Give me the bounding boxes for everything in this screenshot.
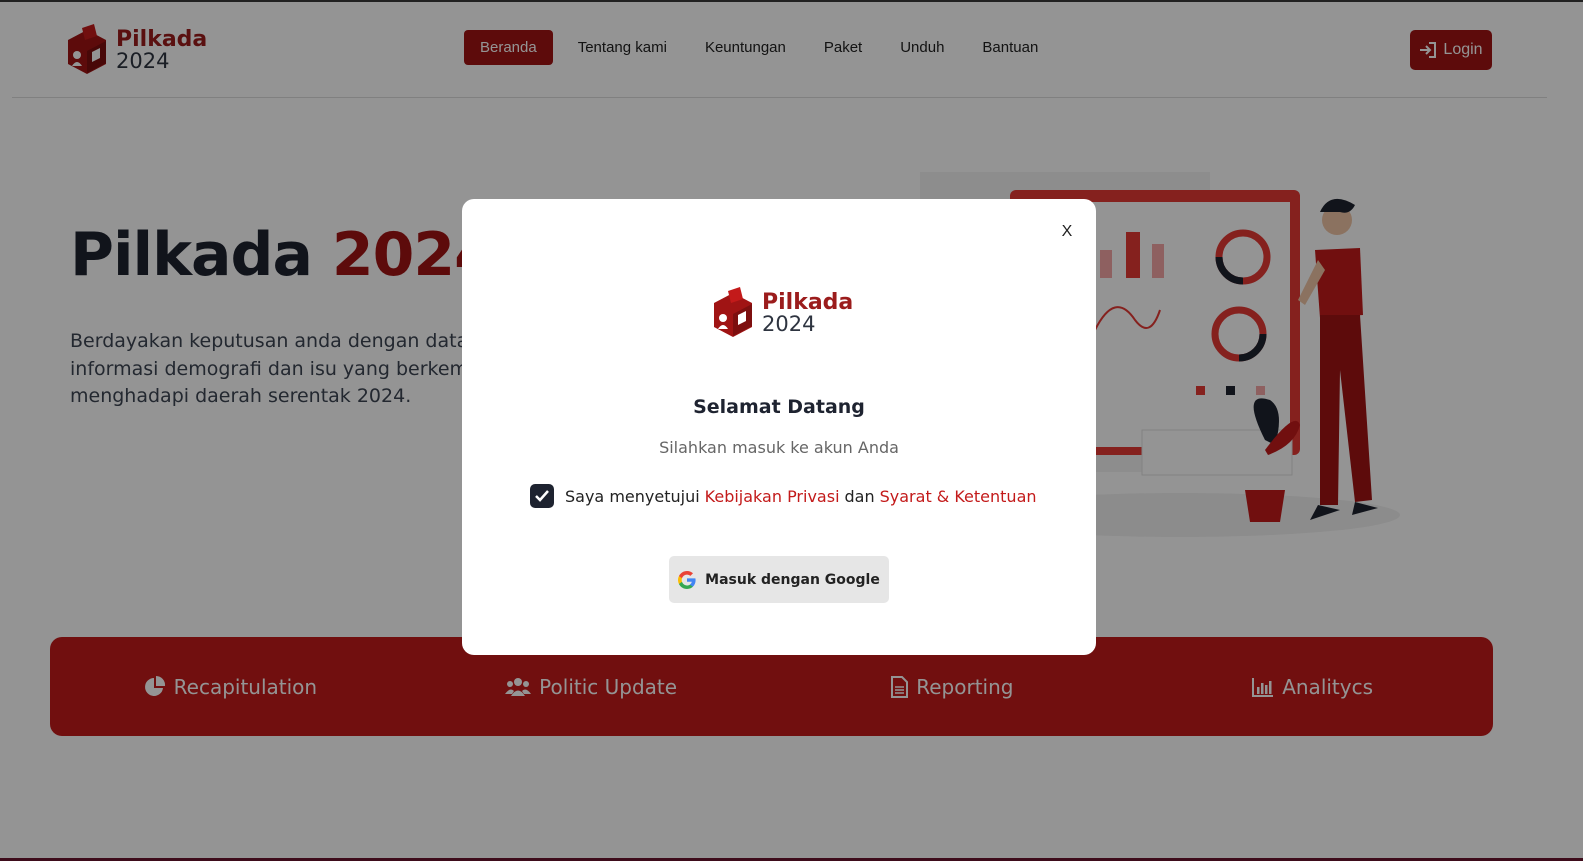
google-button-label: Masuk dengan Google bbox=[705, 571, 880, 588]
agree-prefix: Saya menyetujui bbox=[565, 486, 700, 506]
logo-name: Pilkada bbox=[762, 289, 854, 315]
agree-checkbox[interactable] bbox=[530, 484, 554, 508]
modal-logo: Pilkada 2024 bbox=[710, 287, 853, 339]
modal-title: Selamat Datang bbox=[693, 396, 865, 418]
logo-text: Pilkada 2024 bbox=[762, 289, 854, 336]
modal-subtitle: Silahkan masuk ke akun Anda bbox=[659, 438, 899, 457]
close-button[interactable]: X bbox=[1058, 223, 1076, 241]
ballot-box-icon bbox=[714, 287, 752, 337]
check-icon bbox=[535, 490, 549, 502]
privacy-policy-link[interactable]: Kebijakan Privasi bbox=[705, 487, 840, 506]
google-signin-button[interactable]: Masuk dengan Google bbox=[669, 556, 889, 603]
agree-conjunction: dan bbox=[844, 486, 875, 506]
login-modal: X Pilkada 2024 Selamat Datang Silahkan m… bbox=[462, 199, 1096, 655]
terms-link[interactable]: Syarat & Ketentuan bbox=[880, 487, 1037, 506]
logo-year: 2024 bbox=[762, 311, 816, 336]
terms-agreement: Saya menyetujui Kebijakan Privasi dan Sy… bbox=[530, 484, 1037, 508]
google-icon bbox=[678, 570, 696, 589]
